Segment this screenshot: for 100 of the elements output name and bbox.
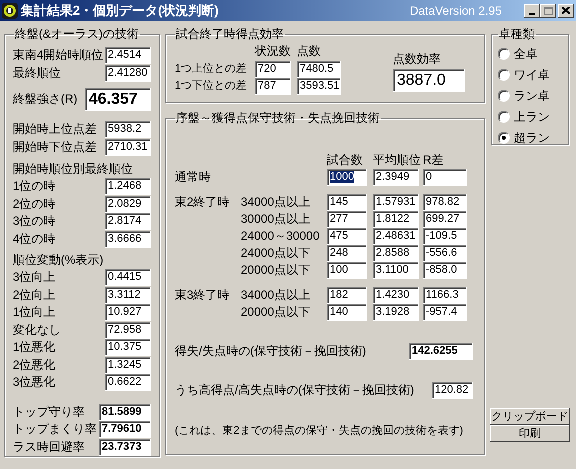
radio-option[interactable]: ワイ卓	[498, 66, 562, 84]
value-field[interactable]: -957.4	[423, 304, 467, 321]
section-heading: 順位変動(%表示)	[13, 252, 105, 269]
value-field[interactable]: 3.1928	[373, 304, 419, 321]
value-field[interactable]: 140	[327, 304, 367, 321]
radio-option[interactable]: ラン卓	[498, 87, 562, 105]
value-field[interactable]: 0.6622	[105, 374, 151, 392]
radio-option[interactable]: 上ラン	[498, 108, 562, 126]
radio-option[interactable]: 全卓	[498, 45, 562, 63]
value-field[interactable]: 3.6666	[105, 230, 151, 248]
value-field[interactable]: -556.6	[423, 245, 467, 262]
value-field[interactable]: 2.3949	[373, 169, 419, 186]
minimize-button[interactable]	[524, 4, 540, 18]
value-field[interactable]: 7480.5	[297, 61, 341, 78]
action-button[interactable]: 印刷	[490, 425, 570, 442]
radio-button[interactable]	[498, 69, 510, 81]
field-label: 2位の時	[13, 196, 56, 213]
value-field[interactable]: 23.7373	[99, 438, 151, 456]
value-field[interactable]: 10.375	[105, 339, 151, 356]
value-field[interactable]: 7.79610	[99, 421, 151, 438]
column-header: 点数効率	[393, 51, 442, 68]
app-icon	[2, 2, 18, 18]
field-label: 3位悪化	[13, 374, 56, 392]
value-field[interactable]: 475	[327, 228, 367, 245]
row-label: 20000点以下	[241, 262, 312, 279]
value-field[interactable]: 699.27	[423, 211, 467, 228]
field-label: 2位向上	[13, 286, 56, 304]
value-field[interactable]: 10.927	[105, 304, 151, 322]
window-title: 集計結果2・個別データ(状況判断)	[21, 2, 219, 20]
value-field[interactable]: 720	[255, 61, 291, 78]
group-label: 東2終了時	[175, 194, 231, 211]
value-field[interactable]: 1000	[327, 169, 367, 186]
value-field[interactable]: 248	[327, 245, 367, 262]
close-icon	[562, 7, 570, 14]
version-label: DataVersion 2.95	[410, 2, 502, 20]
value-field[interactable]: 5938.2	[105, 121, 151, 138]
field-label: ラス時回避率	[13, 438, 85, 456]
field-label: 東南4開始時順位	[13, 47, 104, 64]
value-field[interactable]: 0	[423, 169, 467, 186]
field-label: 変化なし	[13, 322, 61, 339]
value-field[interactable]: 81.5899	[99, 404, 151, 421]
value-field[interactable]: -109.5	[423, 228, 467, 245]
value-field[interactable]: 2.0829	[105, 196, 151, 213]
value-field[interactable]: 182	[327, 287, 367, 304]
field-label: 得失/失点時の(保守技術－挽回技術)	[175, 343, 366, 360]
value-field[interactable]: 2.48631	[373, 228, 419, 245]
value-field[interactable]: 2.41280	[105, 64, 151, 82]
value-field[interactable]: 120.82	[432, 382, 473, 399]
radio-button[interactable]	[498, 48, 510, 60]
value-field[interactable]: 3887.0	[393, 69, 465, 92]
group-title: 試合終了時得点効率	[175, 26, 285, 43]
value-field[interactable]: 978.82	[423, 194, 467, 211]
radio-button[interactable]	[498, 90, 510, 102]
field-label: トップまくり率	[13, 421, 97, 438]
value-field[interactable]: 1.3245	[105, 356, 151, 374]
field-label: トップ守り率	[13, 404, 85, 421]
value-field[interactable]: 277	[327, 211, 367, 228]
value-field[interactable]: 3593.51	[297, 78, 341, 95]
column-header: 点数	[297, 43, 322, 60]
value-field[interactable]: 1.4230	[373, 287, 419, 304]
value-field[interactable]: 2.8588	[373, 245, 419, 262]
value-field[interactable]: 145	[327, 194, 367, 211]
value-field[interactable]: 100	[327, 262, 367, 279]
value-field[interactable]: 1166.3	[423, 287, 467, 304]
row-label: 1つ上位との差	[175, 62, 248, 77]
row-label: 34000点以上	[241, 287, 312, 304]
value-field[interactable]: 0.4415	[105, 269, 151, 286]
row-label: 24000点以下	[241, 245, 312, 262]
field-label: 2位悪化	[13, 356, 56, 374]
field-label: うち高得点/高失点時の(保守技術－挽回技術)	[175, 382, 414, 399]
value-field[interactable]: 3.3112	[105, 286, 151, 304]
value-field[interactable]: 2.8174	[105, 213, 151, 230]
field-label: 1位の時	[13, 178, 56, 196]
value-field[interactable]: 2710.31	[105, 138, 151, 156]
close-button[interactable]	[558, 4, 574, 18]
value-field[interactable]: 1.57931	[373, 194, 419, 211]
value-field[interactable]: 1.2468	[105, 178, 151, 196]
value-field[interactable]: 142.6255	[409, 343, 473, 360]
section-heading: 開始時順位別最終順位	[13, 161, 134, 178]
value-field[interactable]: 787	[255, 78, 291, 95]
value-field[interactable]: 3.1100	[373, 262, 419, 279]
radio-button[interactable]	[498, 132, 510, 144]
radio-option[interactable]: 超ラン	[498, 129, 562, 147]
maximize-button[interactable]	[540, 4, 556, 18]
value-field[interactable]: 72.958	[105, 322, 151, 339]
group-title: 終盤(&オーラス)の技術	[14, 26, 140, 43]
row-label: 30000点以上	[241, 211, 312, 228]
field-label: 最終順位	[13, 64, 61, 82]
value-field[interactable]: -858.0	[423, 262, 467, 279]
column-header: 平均順位	[373, 152, 422, 169]
group-label: 東3終了時	[175, 287, 231, 304]
value-field[interactable]: 46.357	[85, 88, 151, 111]
value-field[interactable]: 1.8122	[373, 211, 419, 228]
value-field[interactable]: 2.4514	[105, 47, 151, 64]
action-button[interactable]: クリップボード	[490, 408, 570, 425]
field-label: 4位の時	[13, 230, 56, 248]
field-label: 3位の時	[13, 213, 56, 230]
maximize-icon	[544, 6, 552, 14]
radio-button[interactable]	[498, 111, 510, 123]
note-text: (これは、東2までの得点の保守・失点の挽回の技術を表す)	[175, 424, 464, 439]
